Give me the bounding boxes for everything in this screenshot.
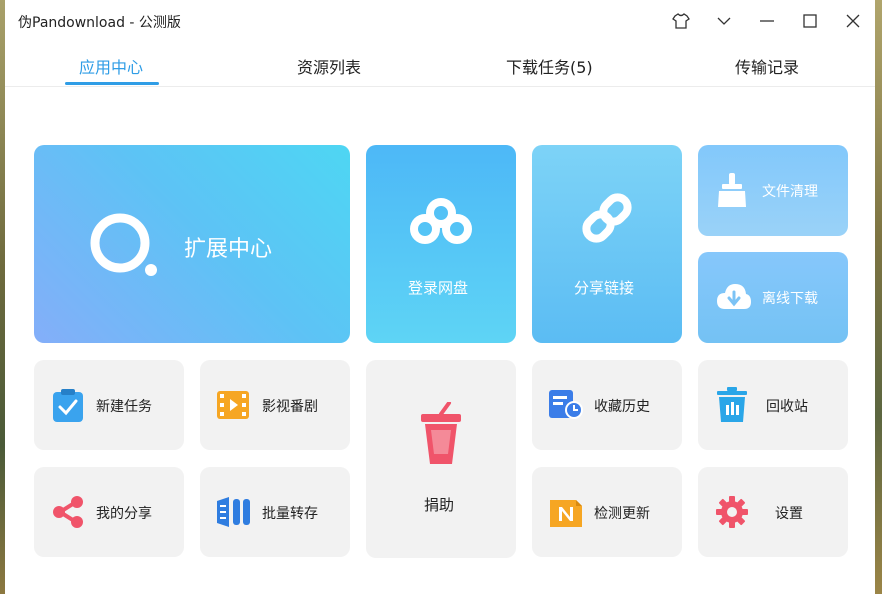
cloud-download-icon [717,284,751,309]
settings-label: 设置 [775,506,803,522]
batch-save-label: 批量转存 [262,506,318,522]
movies-series-tile[interactable]: 影视番剧 [200,360,350,450]
new-task-label: 新建任务 [96,399,152,415]
cup-icon [421,402,461,464]
file-cleanup-label: 文件清理 [762,184,818,200]
favorites-history-tile[interactable]: 收藏历史 [532,360,682,450]
chevron-down-icon[interactable] [710,8,738,34]
donate-label: 捐助 [424,496,455,514]
trash-icon [717,387,747,422]
minimize-icon[interactable] [753,8,781,34]
my-shares-label: 我的分享 [96,506,152,522]
recycle-bin-label: 回收站 [766,399,808,415]
extension-center-tile[interactable]: 扩展中心 [34,145,350,343]
tab-transfer-records[interactable]: 传输记录 [735,54,799,78]
recycle-bin-tile[interactable]: 回收站 [698,360,848,450]
broom-icon [718,173,746,207]
share-link-tile[interactable]: 分享链接 [532,145,682,343]
tab-bar: 应用中心 资源列表 下载任务(5) 传输记录 [5,50,875,87]
offline-download-label: 离线下载 [762,291,818,307]
cloud-icon [410,198,472,244]
share-icon [53,496,83,528]
desktop-background-right [875,0,882,594]
movies-series-label: 影视番剧 [262,399,318,415]
login-cloud-tile[interactable]: 登录网盘 [366,145,516,343]
batch-save-tile[interactable]: 批量转存 [200,467,350,557]
window-title: 伪Pandownload - 公测版 [18,15,181,31]
tab-resource-list[interactable]: 资源列表 [297,54,361,78]
login-cloud-label: 登录网盘 [408,279,469,297]
link-icon [582,193,632,243]
offline-download-tile[interactable]: 离线下载 [698,252,848,343]
my-shares-tile[interactable]: 我的分享 [34,467,184,557]
update-n-icon [550,500,582,527]
favorites-history-label: 收藏历史 [594,399,650,415]
search-ring-icon [90,213,157,276]
active-tab-indicator [65,82,159,85]
tab-app-center[interactable]: 应用中心 [79,54,143,78]
history-icon [549,390,583,419]
check-update-label: 检测更新 [594,506,650,522]
file-cleanup-tile[interactable]: 文件清理 [698,145,848,236]
close-icon[interactable] [839,8,867,34]
settings-tile[interactable]: 设置 [698,467,848,557]
film-icon [217,391,249,419]
clipboard-check-icon [53,389,83,422]
skin-icon[interactable] [667,8,695,34]
batch-icon [217,497,250,527]
new-task-tile[interactable]: 新建任务 [34,360,184,450]
maximize-icon[interactable] [796,8,824,34]
tab-download-tasks[interactable]: 下载任务(5) [506,54,593,78]
gear-icon [716,496,748,528]
extension-center-label: 扩展中心 [184,237,273,262]
donate-tile[interactable]: 捐助 [366,360,516,558]
share-link-label: 分享链接 [574,279,635,297]
app-window: 伪Pandownload - 公测版 应用中心 资源列表 下载任务(5) 传输记… [5,0,875,594]
check-update-tile[interactable]: 检测更新 [532,467,682,557]
